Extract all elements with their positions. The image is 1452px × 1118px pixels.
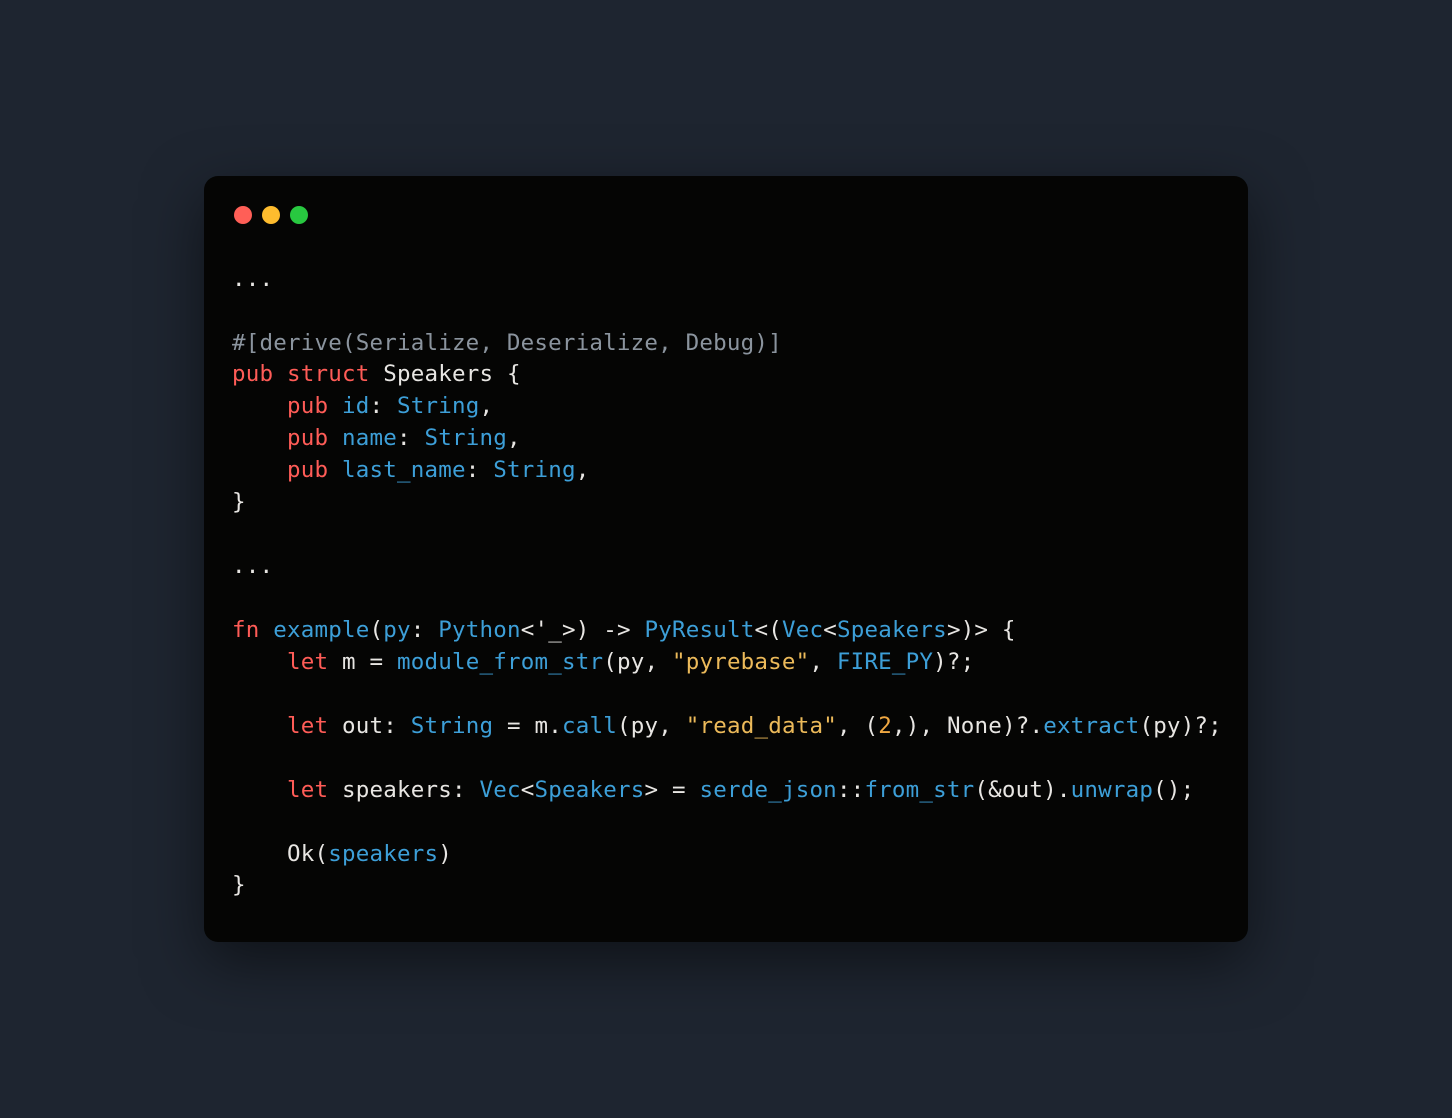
type-pyresult: PyResult [644,617,754,643]
type-string: String [425,425,507,451]
string-read-data: "read_data" [686,713,837,739]
fn-name: example [273,617,369,643]
close-icon[interactable] [234,206,252,224]
field-last-name: last_name [342,457,466,483]
type-python: Python [438,617,520,643]
kw-let: let [287,713,328,739]
string-pyrebase: "pyrebase" [672,649,809,675]
type-string: String [493,457,575,483]
ellipsis: ... [232,553,273,579]
brace-close: } [232,872,246,898]
fn-call: call [562,713,617,739]
fn-from-str: from_str [864,777,974,803]
type-vec: Vec [479,777,520,803]
serde-json: serde_json [699,777,836,803]
var-speakers: speakers [342,777,452,803]
field-name: name [342,425,397,451]
const-fire-py: FIRE_PY [837,649,933,675]
var-speakers: speakers [328,841,438,867]
var-out: out [342,713,383,739]
brace-open: { [493,361,521,387]
derive-attribute: #[derive(Serialize, Deserialize, Debug)] [232,330,782,356]
kw-pub: pub [232,361,273,387]
type-string: String [397,393,479,419]
code-block: ... #[derive(Serialize, Deserialize, Deb… [232,264,1220,903]
traffic-lights [234,206,1220,224]
kw-pub: pub [287,393,328,419]
fn-module-from-str: module_from_str [397,649,603,675]
type-vec: Vec [782,617,823,643]
type-string: String [411,713,493,739]
number-2: 2 [878,713,892,739]
var-m: m [342,649,356,675]
param-py: py [383,617,411,643]
kw-let: let [287,777,328,803]
struct-name: Speakers [383,361,493,387]
type-speakers: Speakers [534,777,644,803]
kw-struct: struct [287,361,369,387]
none: None [947,713,1002,739]
kw-pub: pub [287,425,328,451]
minimize-icon[interactable] [262,206,280,224]
field-id: id [342,393,370,419]
ellipsis: ... [232,266,273,292]
fn-extract: extract [1043,713,1139,739]
kw-let: let [287,649,328,675]
kw-fn: fn [232,617,260,643]
code-window: ... #[derive(Serialize, Deserialize, Deb… [204,176,1248,943]
kw-pub: pub [287,457,328,483]
brace-close: } [232,489,246,515]
maximize-icon[interactable] [290,206,308,224]
fn-unwrap: unwrap [1071,777,1153,803]
type-speakers: Speakers [837,617,947,643]
ok: Ok [287,841,315,867]
